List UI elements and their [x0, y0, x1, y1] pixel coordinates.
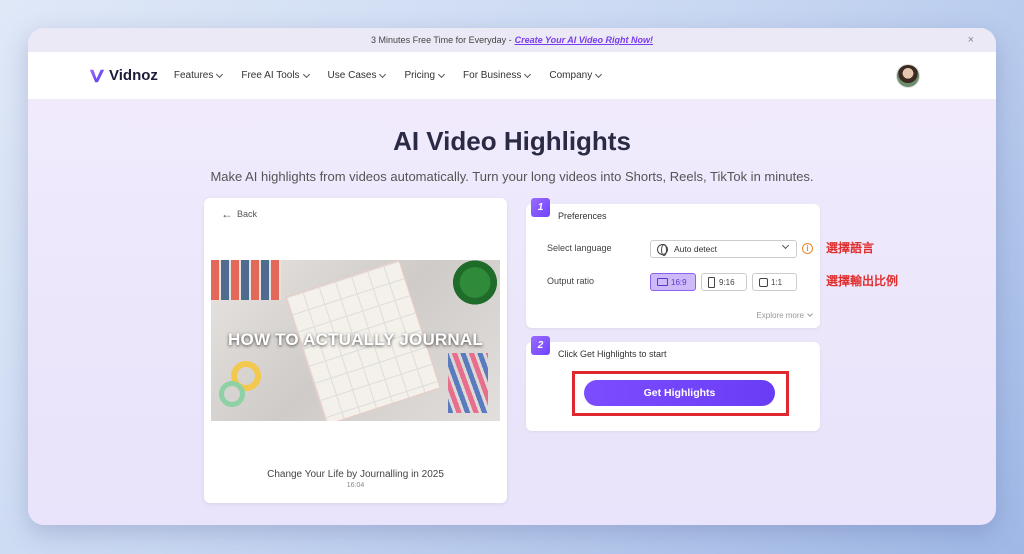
announcement-link[interactable]: Create Your AI Video Right Now! — [515, 35, 653, 45]
nav-company[interactable]: Company — [549, 70, 603, 81]
get-highlights-button[interactable]: Get Highlights — [584, 380, 775, 406]
nav-use-cases[interactable]: Use Cases — [327, 70, 387, 81]
square-icon — [759, 277, 768, 287]
ratio-16-9-option[interactable]: 16:9 — [650, 273, 696, 291]
ratio-label: Output ratio — [547, 276, 595, 286]
thumbnail-pens — [448, 353, 488, 413]
step-badge-1: 1 — [531, 198, 550, 217]
chevron-down-icon — [379, 70, 387, 78]
thumbnail-overlay-text: HOW TO ACTUALLY JOURNAL — [228, 330, 483, 349]
chevron-down-icon — [595, 70, 603, 78]
chevron-down-icon — [807, 311, 813, 317]
top-nav: Vidnoz Features Free AI Tools Use Cases … — [28, 52, 996, 100]
annotation-ratio: 選擇輸出比例 — [826, 274, 899, 288]
thumbnail-plant — [450, 260, 500, 305]
video-title: Change Your Life by Journalling in 2025 — [267, 469, 444, 480]
preferences-panel: 1 Preferences Select language Auto detec… — [526, 198, 820, 328]
announcement-bar: 3 Minutes Free Time for Everyday - Creat… — [28, 28, 996, 52]
globe-icon — [657, 243, 668, 256]
page-subtitle: Make AI highlights from videos automatic… — [210, 169, 814, 184]
landscape-icon — [657, 278, 668, 286]
logo[interactable]: Vidnoz — [88, 67, 158, 85]
nav-pricing[interactable]: Pricing — [404, 70, 446, 81]
chevron-down-icon — [302, 70, 310, 78]
nav-free-ai-tools[interactable]: Free AI Tools — [241, 70, 310, 81]
thumbnail-tape — [219, 381, 245, 407]
back-label: Back — [237, 209, 258, 219]
chevron-down-icon — [216, 70, 224, 78]
nav-features-label: Features — [173, 70, 214, 81]
nav-pricing-label: Pricing — [404, 70, 436, 81]
video-duration: 16:04 — [346, 482, 365, 489]
close-icon[interactable]: × — [968, 34, 974, 46]
chevron-down-icon — [524, 70, 532, 78]
annotation-language: 選擇語言 — [826, 241, 875, 255]
language-label: Select language — [547, 243, 612, 253]
step-badge-2: 2 — [531, 336, 550, 355]
user-avatar[interactable] — [896, 64, 920, 88]
ratio-1-1-option[interactable]: 1:1 — [752, 273, 797, 291]
nav-for-business-label: For Business — [463, 70, 522, 81]
logo-text: Vidnoz — [109, 67, 158, 84]
nav-for-business[interactable]: For Business — [463, 70, 532, 81]
nav-use-cases-label: Use Cases — [327, 70, 377, 81]
video-thumbnail[interactable]: HOW TO ACTUALLY JOURNAL — [211, 260, 500, 421]
nav-company-label: Company — [549, 70, 593, 81]
nav-features[interactable]: Features — [173, 70, 224, 81]
explore-more-label: Explore more — [756, 311, 804, 320]
ratio-1-1-label: 1:1 — [771, 277, 783, 287]
start-heading: Click Get Highlights to start — [558, 349, 667, 359]
portrait-icon — [708, 276, 715, 288]
language-select[interactable]: Auto detect — [650, 240, 797, 258]
arrow-left-icon: ← — [221, 207, 233, 221]
ratio-16-9-label: 16:9 — [671, 277, 687, 287]
browser-window: 3 Minutes Free Time for Everyday - Creat… — [28, 28, 996, 525]
thumbnail-keyboard — [211, 260, 281, 300]
ratio-9-16-option[interactable]: 9:16 — [701, 273, 747, 291]
language-value: Auto detect — [674, 244, 718, 254]
announcement-text: 3 Minutes Free Time for Everyday - — [371, 35, 512, 45]
nav-free-ai-tools-label: Free AI Tools — [241, 70, 300, 81]
explore-more-link[interactable]: Explore more — [756, 311, 813, 320]
page-title: AI Video Highlights — [393, 126, 631, 156]
vidnoz-logo-icon — [89, 69, 105, 82]
chevron-down-icon — [781, 241, 790, 250]
preferences-heading: Preferences — [558, 211, 607, 221]
video-card: ← Back HOW TO ACTUALLY JOURNAL Change Yo… — [204, 198, 507, 503]
back-button[interactable]: ← Back — [221, 207, 257, 221]
info-icon[interactable]: i — [802, 243, 813, 254]
ratio-9-16-label: 9:16 — [719, 277, 735, 287]
chevron-down-icon — [437, 70, 446, 78]
